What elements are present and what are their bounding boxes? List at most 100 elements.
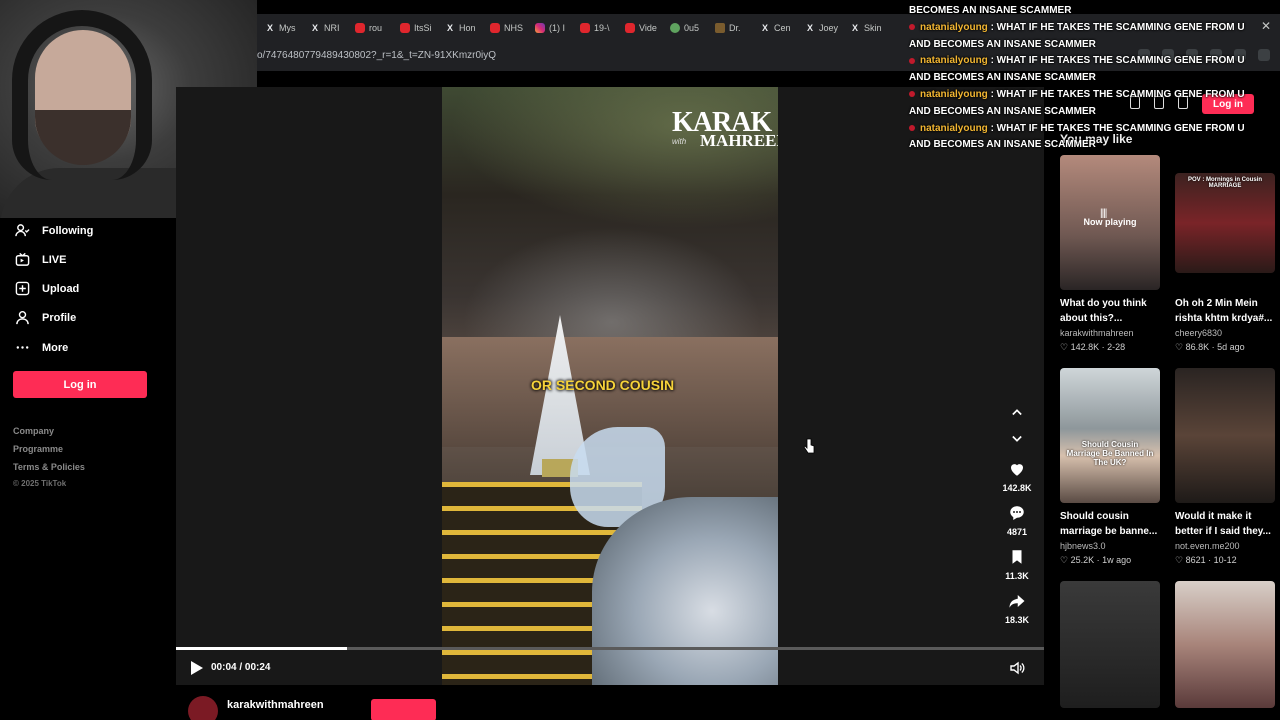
- tab-label: Vide: [639, 22, 657, 33]
- like-count: 142.8K: [1002, 483, 1032, 493]
- footer-link-company[interactable]: Company: [13, 426, 54, 436]
- sidebar-item-profile[interactable]: Profile: [15, 310, 76, 325]
- author-avatar[interactable]: [188, 696, 218, 720]
- chat-username: natanialyoung: [920, 122, 988, 134]
- recommended-video-thumb[interactable]: |||| Now playing: [1060, 155, 1160, 290]
- x-icon: X: [266, 22, 273, 33]
- x-icon: X: [311, 22, 318, 33]
- sidebar-login-button[interactable]: Log in: [13, 371, 147, 398]
- recommended-video-title[interactable]: Would it make it better if I said they..…: [1175, 509, 1279, 539]
- likes-and-date: 8621 · 10-12: [1185, 555, 1237, 565]
- recommended-video-thumb[interactable]: [1175, 368, 1275, 503]
- bookmark-button[interactable]: 11.3K: [997, 548, 1037, 581]
- recommended-video-thumb[interactable]: Should Cousin Marriage Be Banned In The …: [1060, 368, 1160, 503]
- close-icon[interactable]: ✕: [1261, 19, 1271, 33]
- chat-message: natanialyoung : WHAT IF HE TAKES THE SCA…: [909, 121, 1261, 155]
- next-video-button[interactable]: [1010, 433, 1026, 445]
- recommended-video-stats: ♡ 25.2K · 1w ago: [1060, 555, 1132, 565]
- recommended-video-author[interactable]: not.even.me200: [1175, 541, 1240, 551]
- chat-username: natanialyoung: [920, 55, 988, 67]
- sidebar-item-label: More: [42, 341, 69, 354]
- tab-label: 0u5: [684, 22, 700, 33]
- recommended-video-title[interactable]: What do you think about this?...: [1060, 296, 1164, 326]
- recommended-video-stats: ♡ 86.8K · 5d ago: [1175, 342, 1245, 352]
- tab-label: Skin: [864, 22, 882, 33]
- upload-icon: [15, 281, 30, 296]
- browser-tab[interactable]: X NRI: [302, 17, 347, 39]
- author-name[interactable]: karakwithmahreen: [227, 699, 324, 711]
- copyright: © 2025 TikTok: [13, 479, 67, 488]
- recommended-video-title[interactable]: Should cousin marriage be banne...: [1060, 509, 1164, 539]
- recommended-video-stats: ♡ 142.8K · 2-28: [1060, 342, 1126, 352]
- comment-button[interactable]: 4871: [997, 504, 1037, 537]
- url-text[interactable]: o/7476480779489430802?_r=1&_t=ZN-91XKmzr…: [257, 50, 496, 61]
- sidebar-item-label: Following: [42, 224, 94, 237]
- sidebar-item-more[interactable]: More: [15, 340, 68, 355]
- chat-overlay: BECOMES AN INSANE SCAMMER natanialyoung …: [909, 3, 1261, 154]
- profile-icon: [16, 310, 29, 325]
- tab-label: Cen: [774, 22, 791, 33]
- white-flowers: [592, 497, 778, 685]
- recommended-video-author[interactable]: hjbnews3.0: [1060, 541, 1106, 551]
- share-icon: [1009, 595, 1025, 608]
- green-globe-icon: [670, 22, 680, 33]
- recommended-video-author[interactable]: cheery6830: [1175, 328, 1222, 338]
- browser-tab[interactable]: Vide: [617, 17, 662, 39]
- tab-label: NRI: [324, 22, 340, 33]
- live-icon: [15, 252, 30, 266]
- video-frame[interactable]: KARAK with MAHREEN OR SECOND COUSIN: [442, 87, 778, 685]
- tab-label: 19-\: [594, 22, 610, 33]
- following-icon: [15, 224, 30, 237]
- video-progress-fill: [176, 647, 347, 650]
- now-playing-label: Now playing: [1083, 217, 1137, 227]
- sidebar-item-following[interactable]: Following: [15, 223, 93, 238]
- chat-message: natanialyoung : WHAT IF HE TAKES THE SCA…: [909, 53, 1261, 87]
- thumb-overlay-text: Should Cousin Marriage Be Banned In The …: [1066, 440, 1154, 467]
- recommended-video-thumb[interactable]: [1175, 581, 1275, 708]
- browser-tab[interactable]: X Joey: [797, 17, 842, 39]
- sidebar-item-label: Upload: [42, 282, 80, 295]
- video-time: 00:04 / 00:24: [211, 662, 271, 673]
- play-button[interactable]: [190, 660, 204, 676]
- youtube-icon: [580, 22, 590, 33]
- tab-label: Dr.: [729, 22, 741, 33]
- browser-tab[interactable]: X Hon: [437, 17, 482, 39]
- heart-icon: [1011, 464, 1023, 476]
- footer-link-terms[interactable]: Terms & Policies: [13, 462, 85, 472]
- bookmark-count: 11.3K: [1005, 571, 1029, 581]
- play-icon: [191, 661, 203, 675]
- likes-and-date: 25.2K · 1w ago: [1070, 555, 1132, 565]
- browser-tab[interactable]: ItsSi: [392, 17, 437, 39]
- browser-tab[interactable]: 0u5: [662, 17, 707, 39]
- sidebar-item-live[interactable]: LIVE: [15, 252, 66, 267]
- recommended-video-title[interactable]: Oh oh 2 Min Mein rishta khtm krdya#...: [1175, 296, 1279, 326]
- previous-video-button[interactable]: [1010, 406, 1026, 418]
- share-button[interactable]: 18.3K: [997, 592, 1037, 625]
- follow-button[interactable]: [371, 699, 436, 720]
- sidebar-item-upload[interactable]: Upload: [15, 281, 79, 296]
- browser-tab[interactable]: NHS: [482, 17, 527, 39]
- comment-icon: [1010, 506, 1024, 521]
- recommended-video-thumb[interactable]: POV : Mornings in Cousin MARRIAGE: [1175, 173, 1275, 273]
- recommended-video-author[interactable]: karakwithmahreen: [1060, 328, 1134, 338]
- x-icon: X: [806, 22, 813, 33]
- user-badge-icon: [909, 57, 915, 64]
- browser-tab[interactable]: X Mys: [257, 17, 302, 39]
- brand-with: with: [672, 137, 687, 146]
- footer-link-programme[interactable]: Programme: [13, 444, 63, 454]
- browser-tab[interactable]: X Skin: [842, 17, 887, 39]
- tab-label: Joey: [819, 22, 839, 33]
- video-progress-bar[interactable]: [176, 647, 1044, 650]
- like-button[interactable]: 142.8K: [997, 460, 1037, 493]
- chat-message: natanialyoung : WHAT IF HE TAKES THE SCA…: [909, 20, 1261, 54]
- browser-tab[interactable]: (1) I: [527, 17, 572, 39]
- tab-label: (1) I: [549, 22, 566, 33]
- volume-button[interactable]: [1009, 660, 1025, 676]
- browser-tab[interactable]: rou: [347, 17, 392, 39]
- browser-tab[interactable]: Dr.: [707, 17, 752, 39]
- chevron-up-icon: [1012, 409, 1022, 416]
- x-icon: X: [851, 22, 858, 33]
- browser-tab[interactable]: X Cen: [752, 17, 797, 39]
- recommended-video-thumb[interactable]: [1060, 581, 1160, 708]
- browser-tab[interactable]: 19-\: [572, 17, 617, 39]
